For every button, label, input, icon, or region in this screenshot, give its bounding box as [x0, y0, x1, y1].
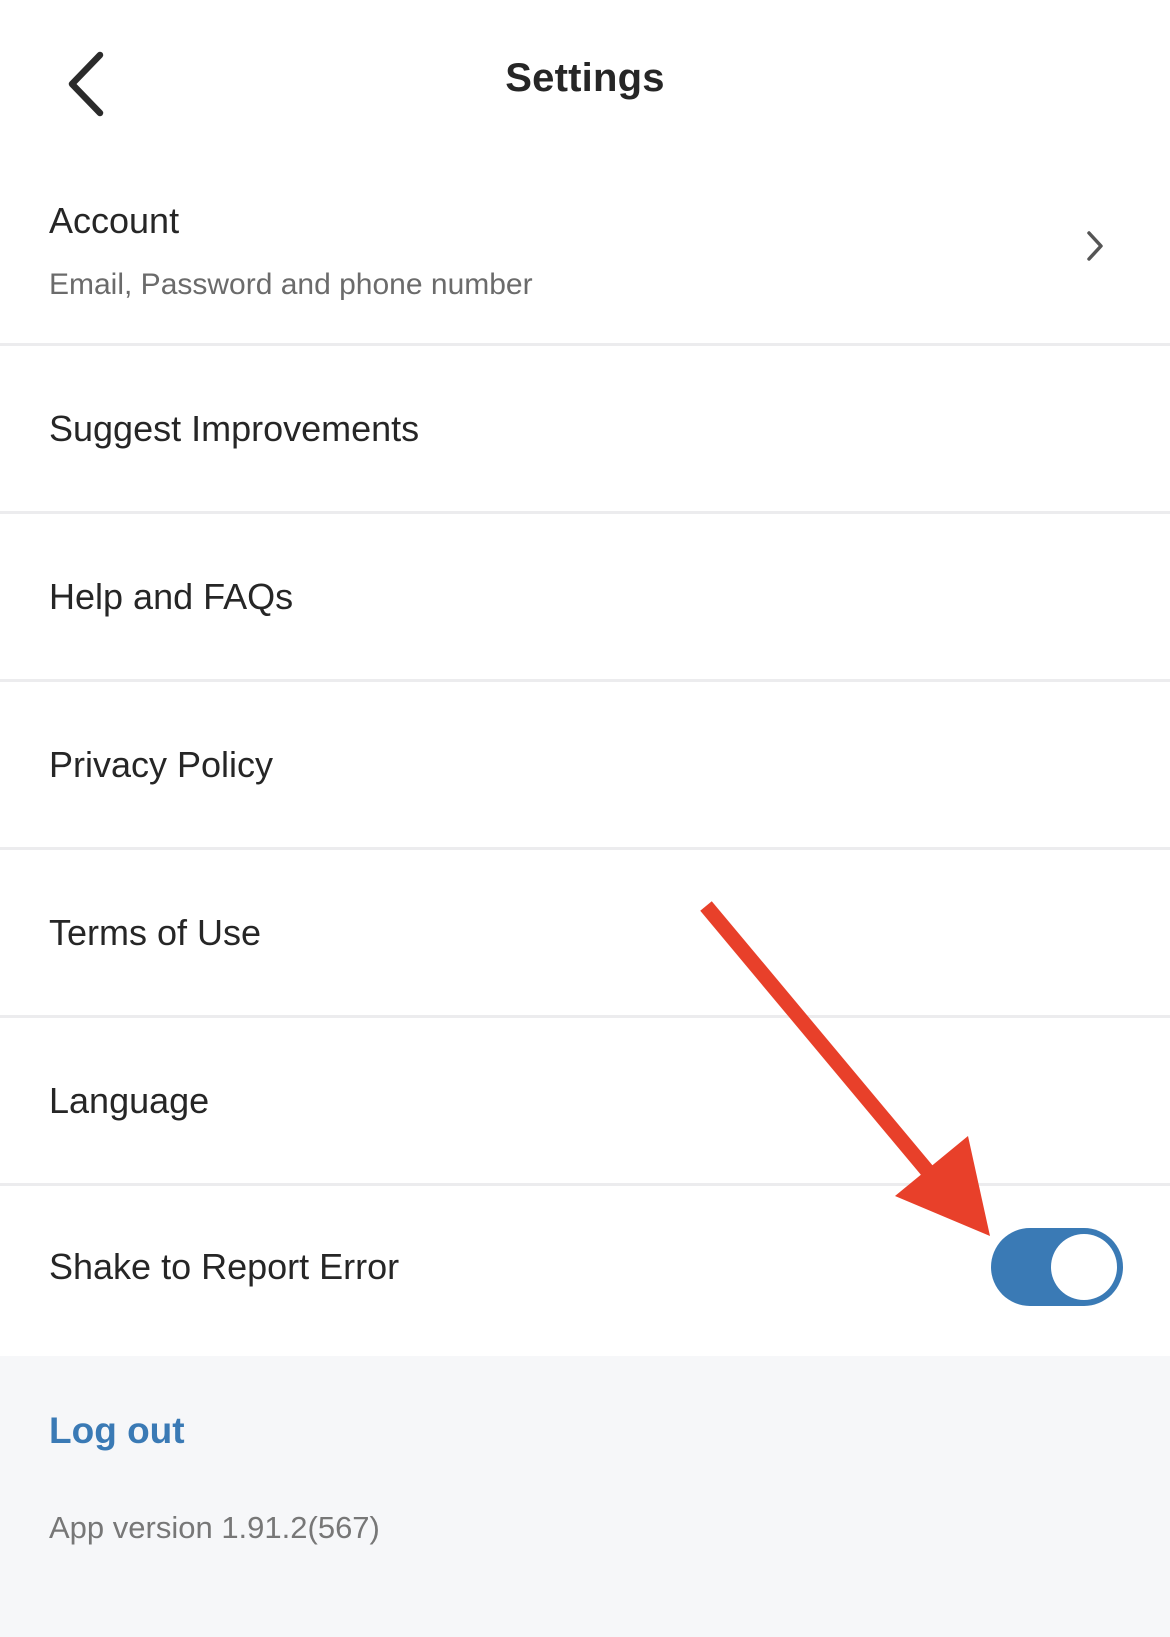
settings-item-suggest-improvements[interactable]: Suggest Improvements [0, 346, 1170, 514]
page-title: Settings [505, 56, 665, 100]
footer-section: Log out App version 1.91.2(567) [0, 1356, 1170, 1637]
toggle-knob [1051, 1234, 1117, 1300]
settings-item-help-faqs[interactable]: Help and FAQs [0, 514, 1170, 682]
settings-item-account[interactable]: Account Email, Password and phone number [0, 170, 1170, 346]
settings-item-label: Help and FAQs [49, 575, 294, 617]
settings-item-shake-to-report: Shake to Report Error [0, 1186, 1170, 1348]
settings-item-privacy-policy[interactable]: Privacy Policy [0, 682, 1170, 850]
account-subtitle: Email, Password and phone number [49, 268, 533, 301]
header-bar: Settings [0, 0, 1170, 170]
shake-to-report-label: Shake to Report Error [49, 1246, 400, 1287]
settings-item-label: Terms of Use [49, 911, 262, 953]
settings-list: Account Email, Password and phone number… [0, 170, 1170, 1348]
logout-button[interactable]: Log out [49, 1410, 185, 1452]
chevron-right-icon [1080, 226, 1110, 266]
settings-item-label: Language [49, 1079, 210, 1121]
app-version-text: App version 1.91.2(567) [49, 1510, 380, 1545]
account-label: Account [49, 200, 180, 241]
shake-to-report-toggle[interactable] [991, 1228, 1123, 1306]
settings-item-terms-of-use[interactable]: Terms of Use [0, 850, 1170, 1018]
settings-item-label: Privacy Policy [49, 743, 274, 785]
settings-item-label: Suggest Improvements [49, 407, 420, 449]
settings-item-language[interactable]: Language [0, 1018, 1170, 1186]
